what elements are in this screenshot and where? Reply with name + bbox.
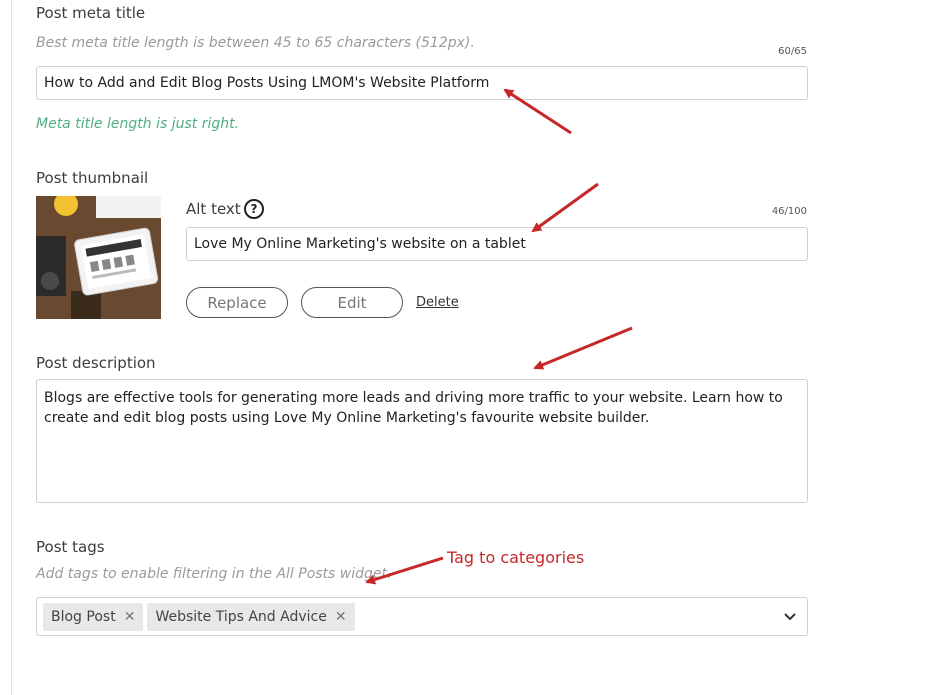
annotation-arrows — [365, 88, 633, 585]
replace-button[interactable]: Replace — [186, 287, 288, 318]
thumbnail-label: Post thumbnail — [36, 169, 149, 187]
tag-chip: Blog Post ✕ — [43, 602, 144, 631]
meta-title-input[interactable]: How to Add and Edit Blog Posts Using LMO… — [36, 66, 808, 100]
question-circle-icon[interactable]: ? — [244, 199, 264, 219]
tag-label: Website Tips And Advice — [155, 608, 327, 625]
description-textarea[interactable]: Blogs are effective tools for generating… — [36, 379, 808, 503]
tags-annotation: Tag to categories — [447, 548, 585, 567]
chevron-down-icon[interactable] — [783, 612, 797, 622]
meta-title-label: Post meta title — [36, 4, 146, 22]
delete-link[interactable]: Delete — [416, 295, 459, 310]
tag-label: Blog Post — [51, 608, 116, 625]
meta-title-hint: Best meta title length is between 45 to … — [36, 35, 475, 51]
close-icon[interactable]: ✕ — [335, 609, 347, 625]
edit-button[interactable]: Edit — [301, 287, 403, 318]
arrow-alt-text — [531, 182, 599, 233]
description-label: Post description — [36, 354, 156, 372]
meta-title-status: Meta title length is just right. — [36, 116, 240, 132]
thumbnail-image[interactable] — [36, 196, 161, 319]
alt-text-counter: 46/100 — [771, 206, 807, 217]
thumbnail-photo — [36, 196, 161, 319]
tag-chip: Website Tips And Advice ✕ — [147, 602, 355, 631]
left-divider — [11, 0, 12, 695]
arrow-description — [533, 326, 633, 370]
meta-title-counter: 60/65 — [778, 46, 807, 57]
alt-text-label: Alt text — [186, 200, 241, 218]
close-icon[interactable]: ✕ — [124, 609, 136, 625]
alt-text-input[interactable]: Love My Online Marketing's website on a … — [186, 227, 808, 261]
tags-select[interactable]: Blog Post ✕ Website Tips And Advice ✕ — [36, 597, 808, 636]
tags-hint: Add tags to enable filtering in the All … — [36, 566, 392, 582]
tags-label: Post tags — [36, 538, 105, 556]
question-glyph: ? — [250, 202, 258, 216]
